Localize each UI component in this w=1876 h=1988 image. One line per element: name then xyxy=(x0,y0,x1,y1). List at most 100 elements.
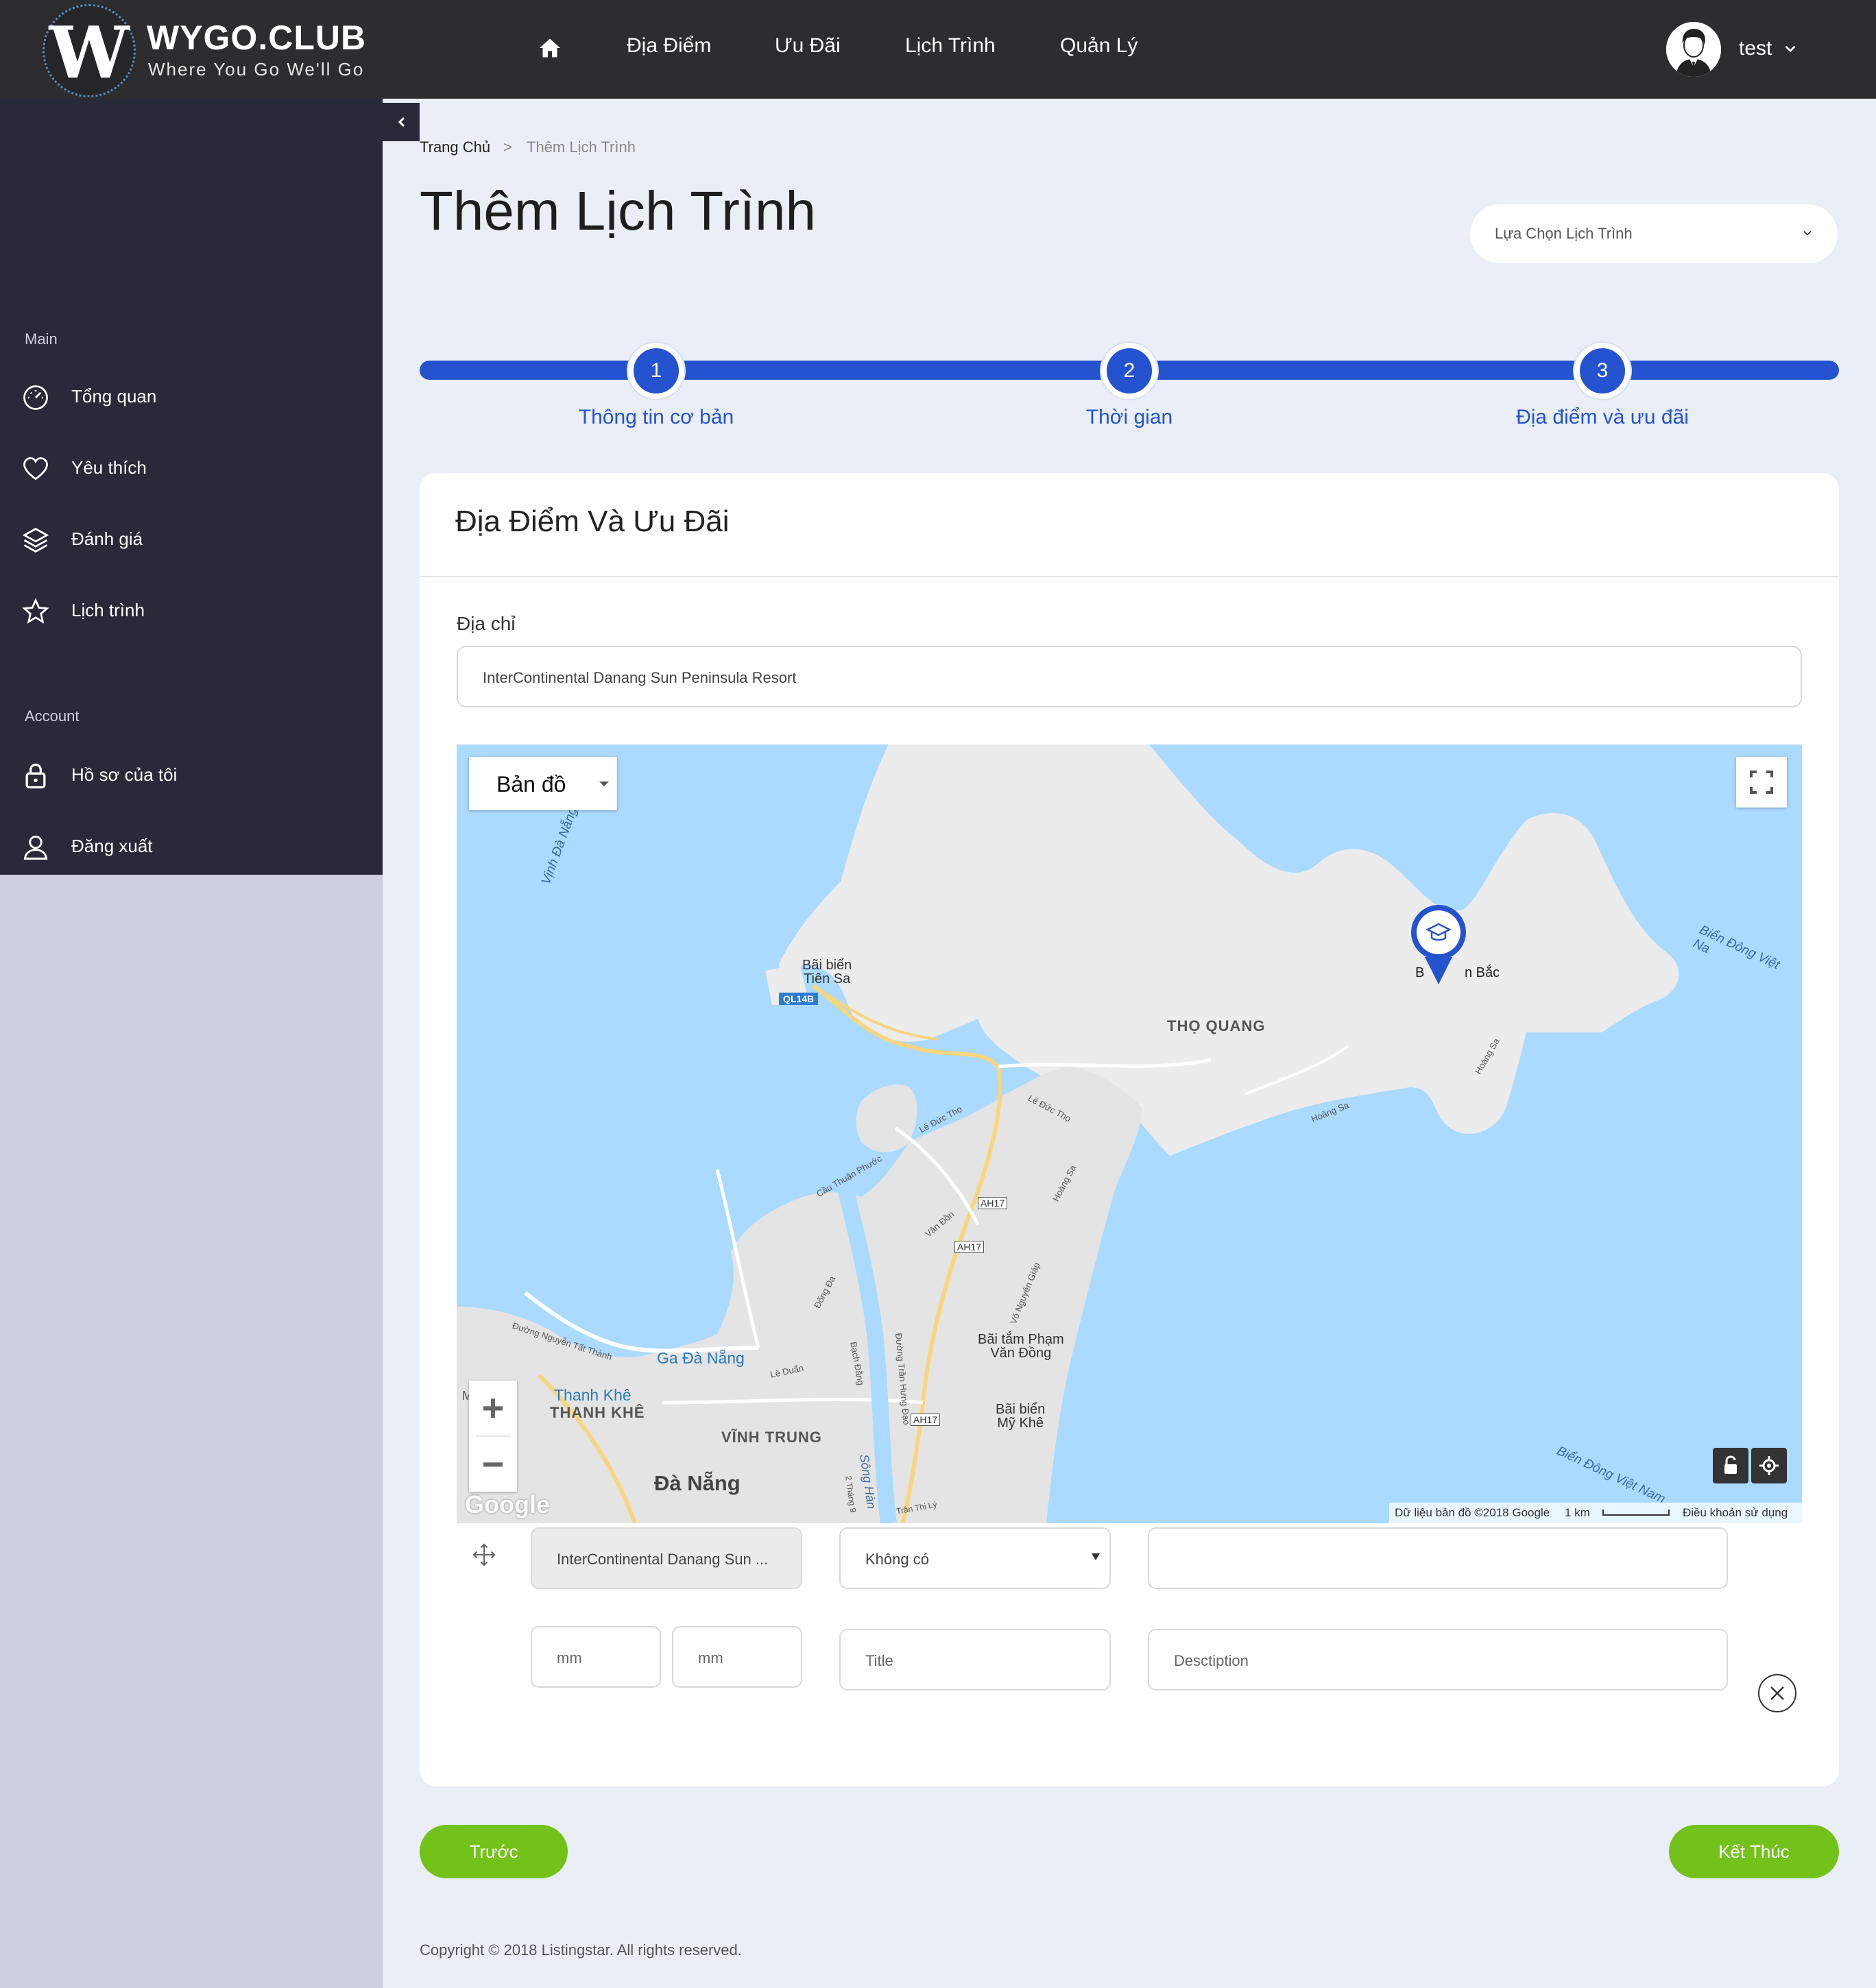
layers-icon xyxy=(22,527,49,553)
offer-select[interactable]: Không có xyxy=(839,1527,1111,1589)
map-label-line: Bãi tắm Phạm xyxy=(978,1332,1064,1347)
top-navbar: W WYGO.CLUB Where You Go We'll Go Địa Đi… xyxy=(0,0,1876,99)
map-lock-button[interactable] xyxy=(1713,1448,1748,1483)
offer-select-value: Không có xyxy=(865,1551,929,1568)
map-data-credit: Dữ liệu bản đồ ©2018 Google xyxy=(1395,1506,1550,1519)
sidebar-item-danh-gia[interactable]: Đánh giá xyxy=(0,511,383,566)
title-input[interactable]: Title xyxy=(839,1629,1111,1690)
logo[interactable]: W xyxy=(43,4,136,97)
logo-letter: W xyxy=(49,10,130,95)
location-offer-card: Địa Điểm Và Ưu Đãi Địa chỉ InterContinen… xyxy=(420,473,1839,1786)
zoom-in-button[interactable]: + xyxy=(469,1381,517,1435)
map-label: Đà Nẵng xyxy=(654,1471,741,1495)
sidebar-filler xyxy=(0,875,383,1988)
map-label: Bãi biển Tiên Sa xyxy=(802,958,852,986)
nav-dia-diem[interactable]: Địa Điểm xyxy=(627,34,711,64)
extra-field[interactable] xyxy=(1148,1527,1728,1589)
nav-quan-ly[interactable]: Quản Lý xyxy=(1060,34,1138,64)
step-2-label: Thời gian xyxy=(1085,406,1173,428)
map-label: Bãi biển Mỹ Khê xyxy=(996,1403,1045,1430)
map-label-line: Văn Đồng xyxy=(990,1346,1052,1361)
location-name-value: InterContinental Danang Sun ... xyxy=(557,1551,769,1568)
time-start-input[interactable]: mm xyxy=(531,1626,661,1688)
step-3-circle[interactable]: 3 xyxy=(1574,343,1631,399)
address-input[interactable]: InterContinental Danang Sun Peninsula Re… xyxy=(457,646,1802,707)
finish-button[interactable]: Kết Thúc xyxy=(1669,1825,1839,1878)
map-label: n Bắc xyxy=(1465,965,1500,980)
map-label: VĨNH TRUNG xyxy=(721,1429,822,1446)
step-3-label: Địa điểm và ưu đãi xyxy=(1516,406,1689,428)
map-scale-label: 1 km xyxy=(1565,1506,1590,1519)
home-icon[interactable] xyxy=(538,36,562,60)
map-label-line: Mỹ Khê xyxy=(997,1416,1044,1431)
chevron-left-icon xyxy=(398,117,405,128)
map[interactable]: Bãi biển Tiên Sa QL14B THỌ QUANG B n Bắc… xyxy=(457,744,1802,1523)
drag-move-icon[interactable] xyxy=(472,1542,496,1567)
card-divider xyxy=(420,576,1839,577)
my-location-button[interactable] xyxy=(1751,1448,1787,1483)
location-name-field: InterContinental Danang Sun ... xyxy=(531,1527,802,1589)
avatar[interactable] xyxy=(1666,22,1721,77)
sidebar-item-dang-xuat[interactable]: Đăng xuất xyxy=(0,819,383,873)
time-end-placeholder: mm xyxy=(698,1649,723,1666)
sidebar-item-label: Đăng xuất xyxy=(71,836,153,856)
breadcrumb-home[interactable]: Trang Chủ xyxy=(420,138,490,156)
step-2-circle[interactable]: 2 xyxy=(1101,343,1157,399)
sidebar-item-tong-quan[interactable]: Tổng quan xyxy=(0,369,383,424)
remove-row-button[interactable] xyxy=(1758,1674,1796,1712)
copyright: Copyright © 2018 Listingstar. All rights… xyxy=(420,1941,742,1959)
nav-uu-dai[interactable]: Ưu Đãi xyxy=(775,34,841,64)
caret-down-icon xyxy=(1092,1553,1100,1560)
dashboard-icon xyxy=(23,385,48,410)
user-name[interactable]: test xyxy=(1739,37,1772,60)
address-value: InterContinental Danang Sun Peninsula Re… xyxy=(483,669,797,686)
map-label: THỌ QUANG xyxy=(1167,1017,1266,1034)
map-label-line: Bãi biển xyxy=(996,1402,1046,1417)
fullscreen-button[interactable] xyxy=(1736,757,1787,808)
map-attribution: Dữ liệu bản đồ ©2018 Google 1 km Điều kh… xyxy=(1389,1503,1802,1523)
brand-name[interactable]: WYGO.CLUB xyxy=(147,18,366,58)
map-terms-link[interactable]: Điều khoản sử dụng xyxy=(1683,1506,1788,1520)
close-icon xyxy=(1770,1686,1784,1700)
sidebar-section-main: Main xyxy=(25,330,58,348)
sidebar-collapse-button[interactable] xyxy=(383,103,420,141)
previous-button[interactable]: Trước xyxy=(420,1825,568,1878)
route-select[interactable]: Lựa Chọn Lịch Trình xyxy=(1470,204,1838,263)
sidebar-item-label: Yêu thích xyxy=(71,457,147,478)
chevron-down-icon[interactable] xyxy=(1781,40,1799,58)
map-route-shield: AH17 xyxy=(978,1197,1008,1209)
route-select-placeholder: Lựa Chọn Lịch Trình xyxy=(1495,225,1633,242)
scale-bar xyxy=(1602,1510,1670,1516)
step-1-circle[interactable]: 1 xyxy=(628,343,684,399)
card-title: Địa Điểm Và Ưu Đãi xyxy=(455,505,730,538)
nav-lich-trinh[interactable]: Lịch Trình xyxy=(905,34,996,64)
map-label: Ga Đà Nẵng xyxy=(657,1349,745,1367)
star-icon xyxy=(22,598,49,624)
description-placeholder: Desctiption xyxy=(1174,1652,1249,1669)
title-placeholder: Title xyxy=(865,1652,893,1669)
lock-icon xyxy=(25,763,46,789)
sidebar-item-label: Lịch trình xyxy=(71,600,145,620)
sidebar-item-lich-trinh[interactable]: Lịch trình xyxy=(0,583,383,638)
brand-tagline: Where You Go We'll Go xyxy=(148,59,365,80)
sidebar-item-label: Đánh giá xyxy=(71,529,143,549)
description-input[interactable]: Desctiption xyxy=(1148,1629,1728,1690)
map-type-label: Bản đồ xyxy=(496,772,566,797)
caret-down-icon xyxy=(599,781,609,786)
zoom-out-button[interactable]: − xyxy=(469,1437,517,1492)
sidebar-item-label: Tổng quan xyxy=(71,386,157,407)
map-label-line: Bãi biển xyxy=(802,958,852,973)
unlock-icon xyxy=(1724,1455,1737,1474)
map-label: Bãi tắm Phạm Văn Đồng xyxy=(978,1333,1064,1360)
map-type-select[interactable]: Bản đồ xyxy=(469,757,617,810)
fullscreen-icon xyxy=(1750,771,1773,794)
sidebar-item-label: Hồ sơ của tôi xyxy=(71,764,178,785)
time-start-placeholder: mm xyxy=(557,1649,582,1666)
sidebar-item-yeu-thich[interactable]: Yêu thích xyxy=(0,440,383,495)
map-canvas xyxy=(457,744,1679,1523)
breadcrumb-current: Thêm Lịch Trình xyxy=(527,138,636,156)
user-icon xyxy=(23,835,48,860)
time-end-input[interactable]: mm xyxy=(672,1626,802,1688)
sidebar-item-ho-so[interactable]: Hồ sơ của tôi xyxy=(0,747,383,802)
crosshair-icon xyxy=(1759,1456,1779,1475)
